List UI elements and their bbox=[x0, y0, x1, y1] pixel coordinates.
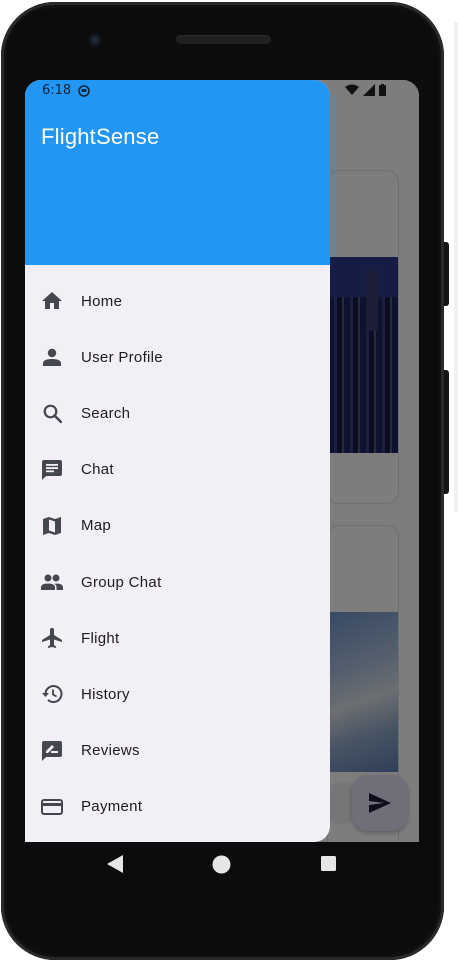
menu-item-flight[interactable]: Flight bbox=[25, 610, 330, 666]
home-icon bbox=[41, 290, 63, 312]
status-bar: 6:18 bbox=[42, 83, 91, 98]
recents-icon bbox=[321, 856, 336, 871]
search-icon bbox=[41, 402, 63, 424]
chat-icon bbox=[41, 459, 63, 481]
menu-item-group-chat[interactable]: Group Chat bbox=[25, 554, 330, 610]
power-button bbox=[444, 242, 449, 306]
home-circle-icon bbox=[212, 855, 231, 874]
history-icon bbox=[41, 683, 63, 705]
person-icon bbox=[41, 346, 63, 368]
drawer-menu: Home User Profile Search Chat Map Group … bbox=[25, 273, 330, 835]
back-button[interactable] bbox=[107, 855, 123, 873]
app-title: FlightSense bbox=[41, 124, 160, 149]
menu-item-label: Chat bbox=[81, 461, 114, 479]
back-icon bbox=[107, 855, 123, 873]
map-icon bbox=[41, 515, 63, 537]
menu-item-map[interactable]: Map bbox=[25, 498, 330, 554]
menu-item-label: History bbox=[81, 685, 130, 703]
menu-item-label: Search bbox=[81, 404, 131, 422]
airplane-icon bbox=[41, 627, 63, 649]
notification-icon bbox=[78, 84, 91, 97]
earpiece-speaker bbox=[176, 35, 271, 44]
menu-item-search[interactable]: Search bbox=[25, 385, 330, 441]
credit-card-icon bbox=[41, 796, 63, 818]
rate-review-icon bbox=[41, 740, 63, 762]
drawer-header: 6:18 FlightSense bbox=[25, 80, 330, 265]
front-camera bbox=[88, 33, 102, 47]
system-nav-bar bbox=[25, 842, 419, 888]
home-button[interactable] bbox=[212, 855, 231, 874]
volume-button bbox=[444, 370, 449, 494]
navigation-drawer: 6:18 FlightSense Home User Profile Searc… bbox=[25, 80, 330, 842]
menu-item-label: Map bbox=[81, 517, 112, 535]
menu-item-payment[interactable]: Payment bbox=[25, 779, 330, 835]
recents-button[interactable] bbox=[321, 856, 336, 871]
menu-item-label: User Profile bbox=[81, 348, 163, 366]
menu-item-chat[interactable]: Chat bbox=[25, 442, 330, 498]
menu-item-reviews[interactable]: Reviews bbox=[25, 723, 330, 779]
group-icon bbox=[41, 571, 63, 593]
menu-item-home[interactable]: Home bbox=[25, 273, 330, 329]
status-time: 6:18 bbox=[42, 83, 72, 98]
menu-item-label: Flight bbox=[81, 629, 120, 647]
device-screen: 6:18 FlightSense Home User Profile Searc… bbox=[25, 80, 419, 842]
menu-item-label: Home bbox=[81, 292, 123, 310]
background-edge bbox=[454, 22, 458, 512]
menu-item-label: Reviews bbox=[81, 742, 140, 760]
menu-item-label: Payment bbox=[81, 798, 143, 816]
menu-item-history[interactable]: History bbox=[25, 666, 330, 722]
menu-item-user-profile[interactable]: User Profile bbox=[25, 329, 330, 385]
menu-item-label: Group Chat bbox=[81, 573, 162, 591]
